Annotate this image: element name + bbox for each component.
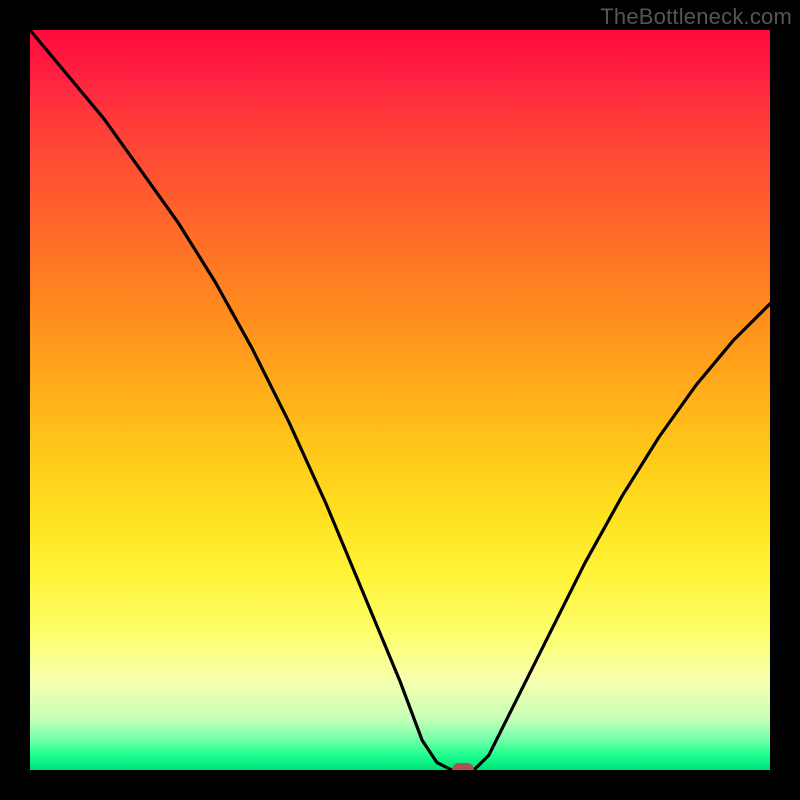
curve-svg (30, 30, 770, 770)
plot-area (30, 30, 770, 770)
chart-canvas: TheBottleneck.com (0, 0, 800, 800)
optimum-marker (452, 763, 474, 770)
bottleneck-curve (30, 30, 770, 770)
watermark-text: TheBottleneck.com (600, 4, 792, 30)
